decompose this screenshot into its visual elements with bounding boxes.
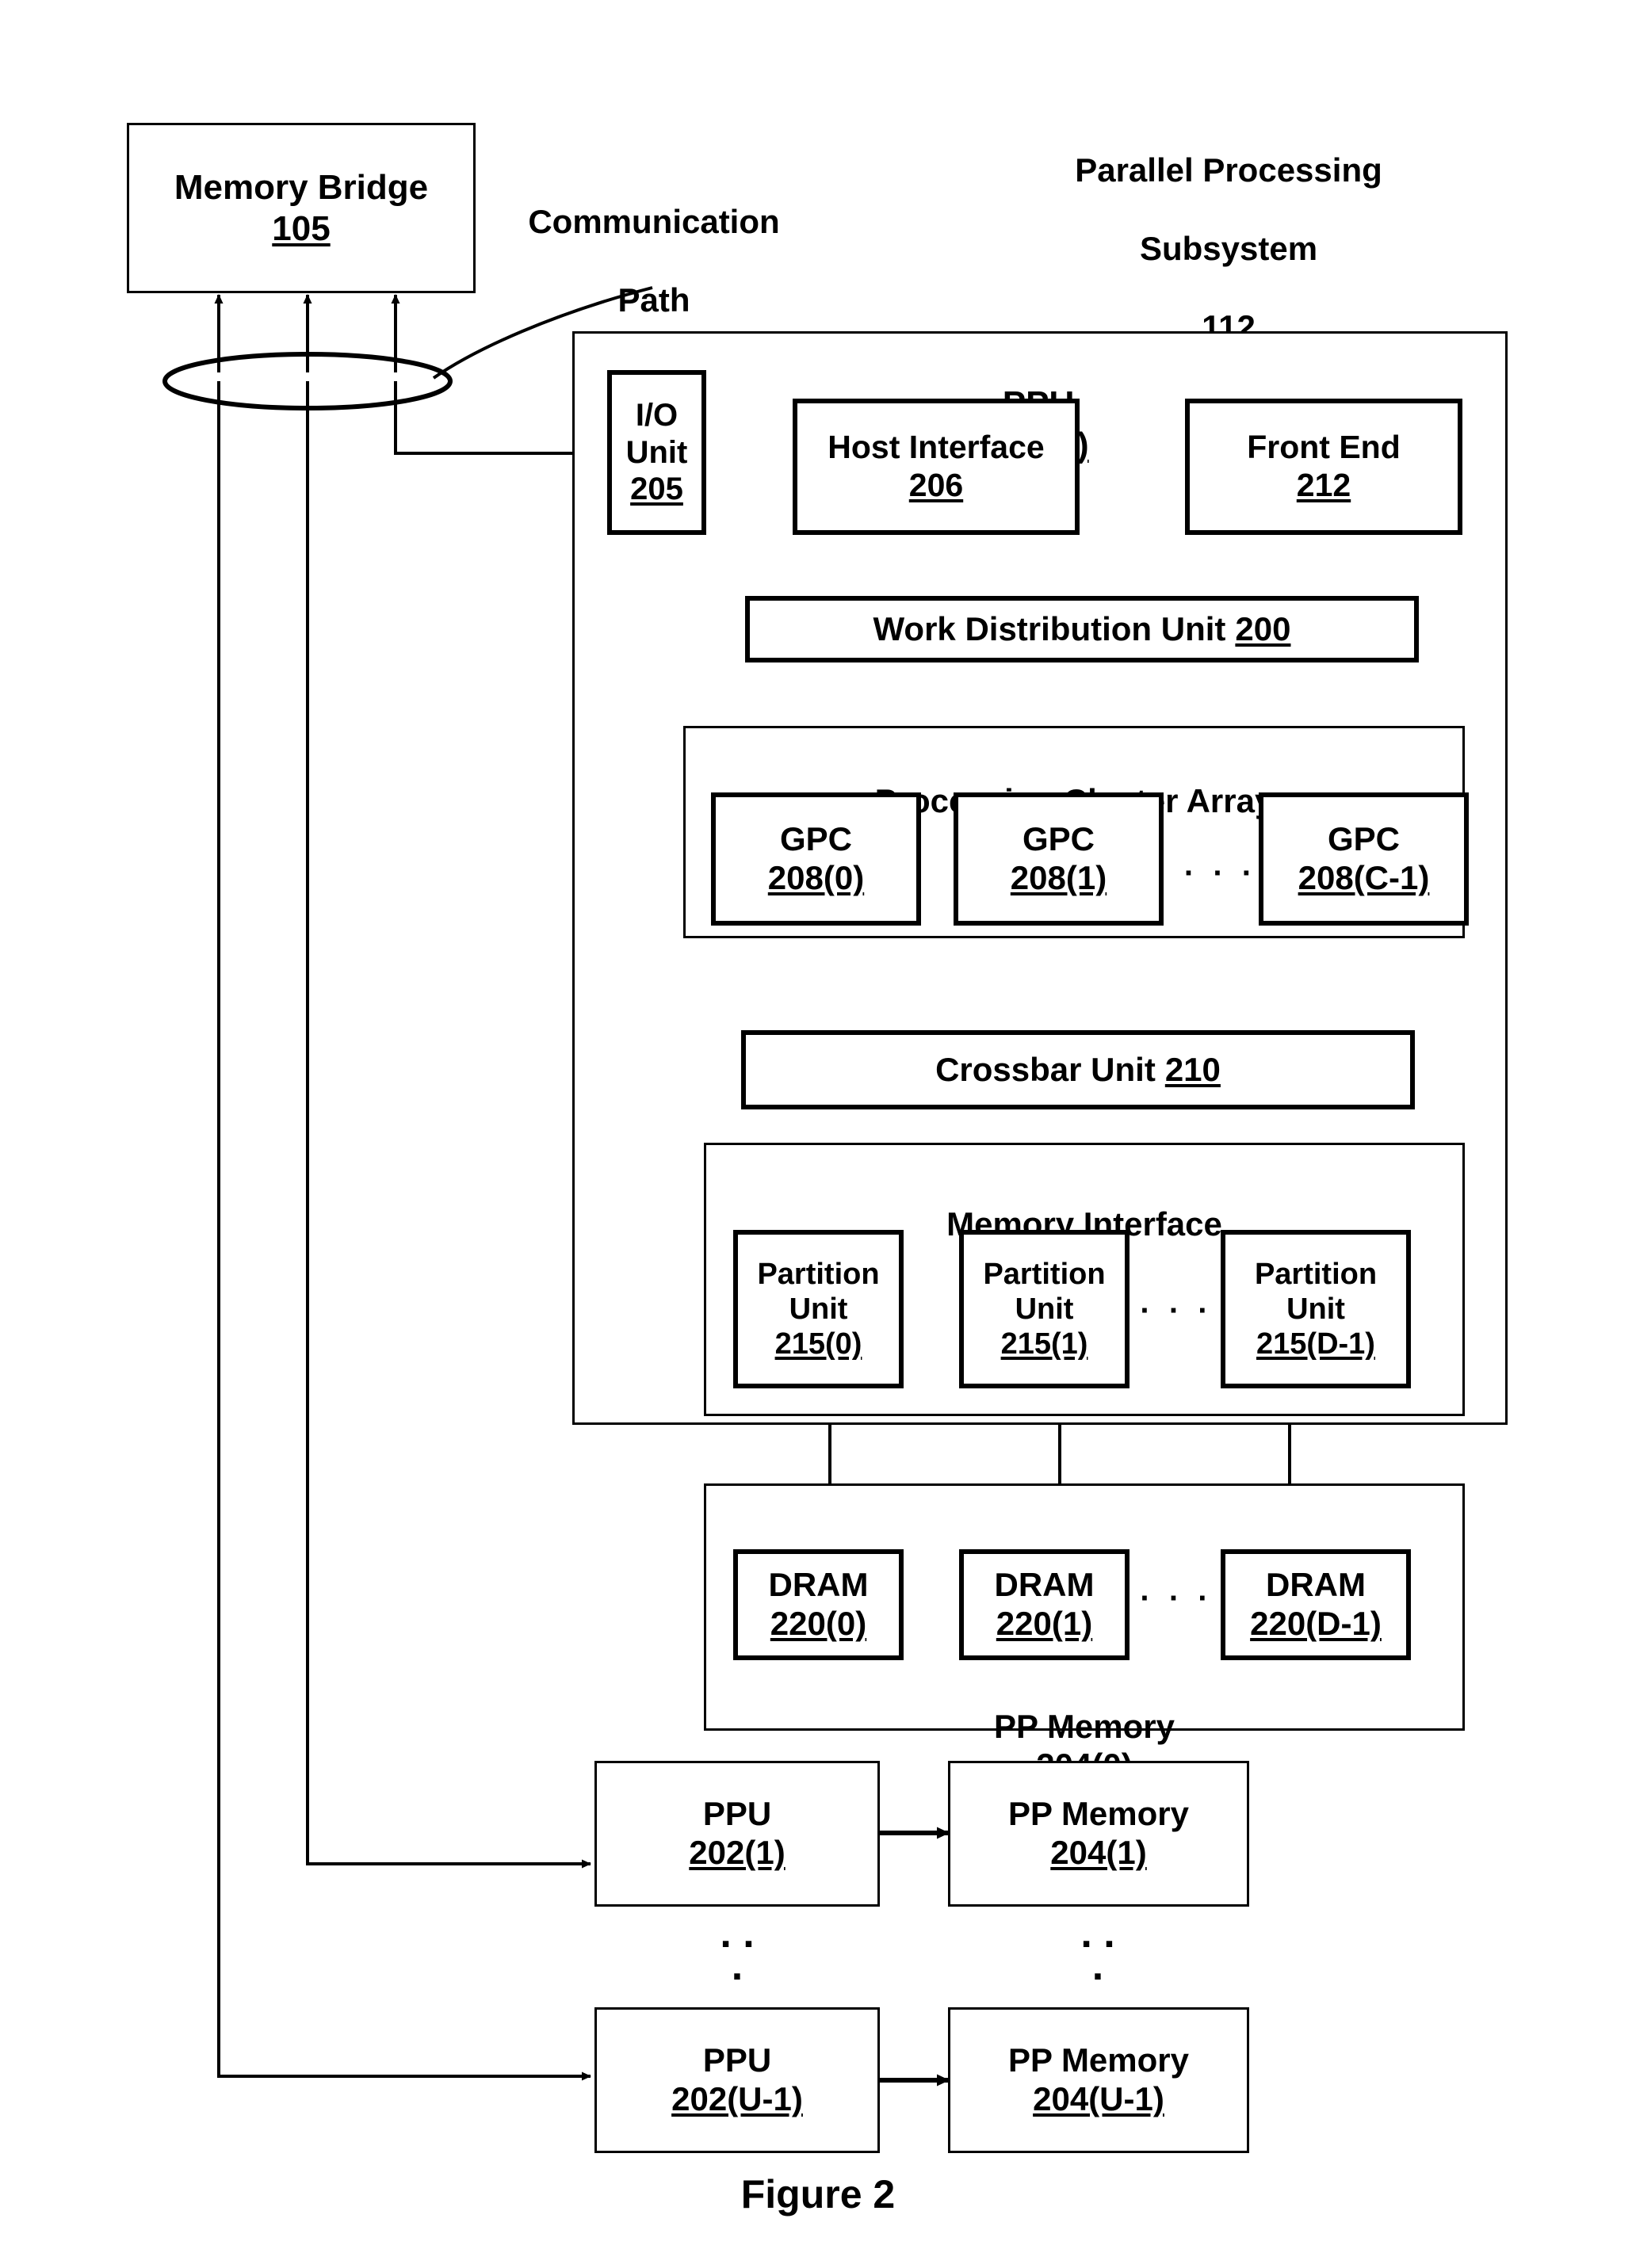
partition-unit-d-1-line1: Partition <box>1254 1257 1378 1291</box>
pp-memory-0-title: PP Memory <box>994 1707 1175 1745</box>
host-interface-ref: 206 <box>908 467 964 503</box>
subsystem-line2: Subsystem <box>1139 229 1318 267</box>
gpc-box-1[interactable]: GPC 208(1) <box>954 792 1164 926</box>
partition-unit-1-ref: 215(1) <box>1000 1327 1088 1361</box>
ppu-1-title: PPU <box>702 1795 772 1833</box>
memory-bridge-ref: 105 <box>272 208 331 248</box>
host-interface-title: Host Interface <box>828 429 1045 466</box>
subsystem-line1: Parallel Processing <box>1075 151 1382 189</box>
pp-memory-u-1-title: PP Memory <box>1008 2041 1189 2079</box>
figure-caption: Figure 2 <box>740 2172 896 2216</box>
work-distribution-unit-ref: 200 <box>1235 609 1291 647</box>
pp-memory-u-1-box[interactable]: PP Memory 204(U-1) <box>948 2007 1249 2153</box>
ppu-u-1-ref: 202(U-1) <box>671 2080 803 2117</box>
crossbar-unit-box[interactable]: Crossbar Unit 210 <box>741 1030 1415 1109</box>
pp-memory-1-ref: 204(1) <box>1050 1834 1147 1871</box>
dram-1-title: DRAM <box>994 1566 1095 1604</box>
partition-unit-d-1-line2: Unit <box>1286 1292 1345 1326</box>
figure-2-diagram: Memory Bridge 105 Communication Path 113… <box>0 0 1636 2268</box>
dram-box-1[interactable]: DRAM 220(1) <box>959 1549 1130 1660</box>
dram-ellipsis: · · · <box>1140 1581 1214 1616</box>
io-unit-line2: Unit <box>625 434 688 470</box>
dram-1-ref: 220(1) <box>996 1605 1093 1642</box>
partition-unit-d-1-ref: 215(D-1) <box>1256 1327 1375 1361</box>
front-end-ref: 212 <box>1296 467 1351 503</box>
pp-memory-1-title: PP Memory <box>1008 1795 1189 1833</box>
work-distribution-unit-box[interactable]: Work Distribution Unit 200 <box>745 596 1419 662</box>
pp-memory-u-1-ref: 204(U-1) <box>1033 2080 1164 2117</box>
crossbar-unit-title: Crossbar Unit <box>935 1050 1156 1088</box>
gpc-1-ref: 208(1) <box>1010 859 1107 896</box>
gpc-c-1-title: GPC <box>1327 820 1400 858</box>
gpc-ellipsis: · · · <box>1183 856 1258 891</box>
communication-path-line1: Communication <box>528 202 780 240</box>
io-unit-box[interactable]: I/O Unit 205 <box>607 370 706 535</box>
ppu-u-1-box[interactable]: PPU 202(U-1) <box>594 2007 880 2153</box>
host-interface-box[interactable]: Host Interface 206 <box>793 399 1080 535</box>
partition-unit-box-d-1[interactable]: Partition Unit 215(D-1) <box>1221 1230 1411 1388</box>
ppu-1-box[interactable]: PPU 202(1) <box>594 1761 880 1907</box>
io-unit-ref: 205 <box>630 472 683 507</box>
crossbar-unit-ref: 210 <box>1164 1050 1221 1088</box>
dram-d-1-title: DRAM <box>1266 1566 1366 1604</box>
gpc-1-title: GPC <box>1022 820 1095 858</box>
gpc-0-title: GPC <box>779 820 852 858</box>
work-distribution-unit-title: Work Distribution Unit <box>873 609 1226 647</box>
memory-bridge-title: Memory Bridge <box>174 168 429 208</box>
pp-memory-1-box[interactable]: PP Memory 204(1) <box>948 1761 1249 1907</box>
gpc-box-0[interactable]: GPC 208(0) <box>711 792 921 926</box>
dram-0-title: DRAM <box>768 1566 869 1604</box>
front-end-box[interactable]: Front End 212 <box>1185 399 1462 535</box>
partition-unit-1-line2: Unit <box>1015 1292 1074 1326</box>
partition-unit-0-line1: Partition <box>757 1257 880 1291</box>
dram-box-d-1[interactable]: DRAM 220(D-1) <box>1221 1549 1411 1660</box>
partition-unit-box-1[interactable]: Partition Unit 215(1) <box>959 1230 1130 1388</box>
partition-unit-ellipsis: · · · <box>1140 1293 1214 1328</box>
ppu-u-1-title: PPU <box>702 2041 772 2079</box>
partition-unit-1-line1: Partition <box>983 1257 1106 1291</box>
ppu-1-ref: 202(1) <box>689 1834 786 1871</box>
communication-path-line2: Path <box>617 281 690 319</box>
pp-memory-vertical-ellipsis: . . . <box>1080 1911 1115 1989</box>
partition-unit-0-ref: 215(0) <box>774 1327 862 1361</box>
partition-unit-box-0[interactable]: Partition Unit 215(0) <box>733 1230 904 1388</box>
gpc-0-ref: 208(0) <box>767 859 865 896</box>
dram-0-ref: 220(0) <box>770 1605 867 1642</box>
io-unit-line1: I/O <box>635 398 678 433</box>
memory-bridge-box[interactable]: Memory Bridge 105 <box>127 123 476 293</box>
gpc-box-c-1[interactable]: GPC 208(C-1) <box>1259 792 1469 926</box>
ppu-vertical-ellipsis: . . . <box>720 1911 755 1989</box>
dram-box-0[interactable]: DRAM 220(0) <box>733 1549 904 1660</box>
gpc-c-1-ref: 208(C-1) <box>1298 859 1430 896</box>
front-end-title: Front End <box>1247 429 1401 466</box>
partition-unit-0-line2: Unit <box>789 1292 848 1326</box>
dram-d-1-ref: 220(D-1) <box>1250 1605 1382 1642</box>
